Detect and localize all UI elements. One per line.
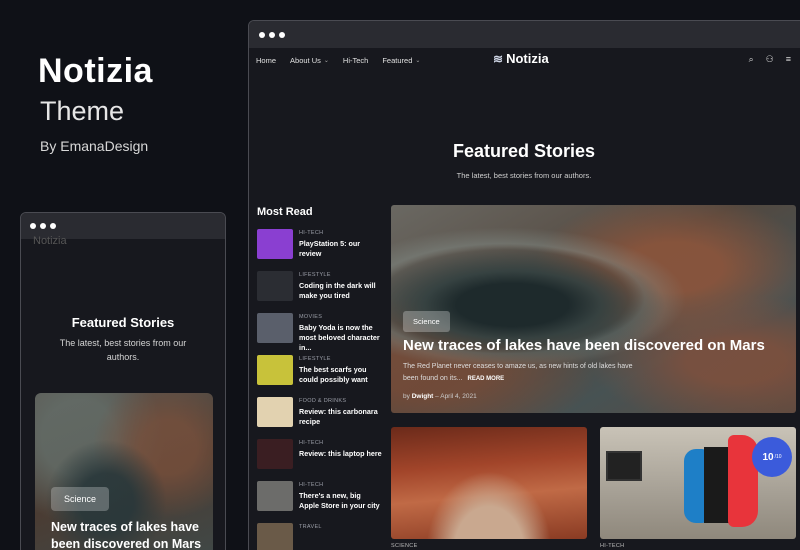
most-read-text: MOVIES Baby Yoda is now the most beloved … bbox=[299, 313, 382, 355]
article-title[interactable]: Baby Yoda is now the most beloved charac… bbox=[299, 323, 382, 353]
most-read-text: LIFESTYLE Coding in the dark will make yo… bbox=[299, 271, 382, 313]
featured-title: Featured Stories bbox=[452, 141, 596, 161]
most-read-item[interactable]: HI-TECH Review: this laptop here bbox=[257, 439, 382, 481]
joycon-blue-shape bbox=[684, 449, 706, 523]
card-category[interactable]: HI-TECH bbox=[600, 543, 624, 549]
most-read-heading: Most Read bbox=[257, 206, 313, 218]
window-dot-icon bbox=[269, 31, 275, 38]
user-icon[interactable]: ⚇ bbox=[766, 54, 774, 65]
most-read-item[interactable]: HI-TECH There's a new, big Apple Store in… bbox=[257, 481, 382, 523]
promo-title: Notizia bbox=[38, 52, 153, 90]
article-thumbnail[interactable] bbox=[257, 523, 293, 550]
window-chrome bbox=[249, 21, 800, 48]
chevron-down-icon: ⌄ bbox=[323, 57, 329, 64]
category-badge[interactable]: Science bbox=[51, 487, 110, 511]
nav-label: About Us bbox=[290, 55, 321, 65]
article-category[interactable]: HI-TECH bbox=[299, 482, 382, 488]
score-value: 10 bbox=[762, 451, 774, 463]
most-read-text: TRAVEL bbox=[299, 523, 322, 550]
category-badge[interactable]: Science bbox=[403, 311, 450, 332]
logo-text: Notizia bbox=[506, 51, 549, 66]
most-read-item[interactable]: FOOD & DRINKS Review: this carbonara reci… bbox=[257, 397, 382, 439]
most-read-text: HI-TECH Review: this laptop here bbox=[299, 439, 382, 481]
most-read-item[interactable]: MOVIES Baby Yoda is now the most beloved … bbox=[257, 313, 382, 355]
article-thumbnail[interactable] bbox=[257, 313, 293, 343]
site-logo[interactable]: ≋ Notizia bbox=[493, 51, 549, 66]
most-read-list: HI-TECH PlayStation 5: our review LIFESTYL… bbox=[257, 229, 382, 550]
article-title[interactable]: There's a new, big Apple Store in your c… bbox=[299, 491, 382, 511]
window-dot-icon bbox=[279, 31, 285, 38]
logo-mark-icon: ≋ bbox=[493, 51, 504, 66]
window-dot-icon bbox=[30, 223, 36, 229]
card-category[interactable]: SCIENCE bbox=[391, 543, 418, 549]
nav-item-featured[interactable]: Featured ⌄ bbox=[382, 56, 420, 65]
article-category[interactable]: MOVIES bbox=[299, 314, 382, 320]
hero-card[interactable]: Science New traces of lakes have been di… bbox=[391, 205, 796, 413]
featured-subtitle: The latest, best stories from our author… bbox=[456, 171, 592, 180]
article-category[interactable]: LIFESTYLE bbox=[299, 356, 382, 362]
top-nav: Home About Us ⌄ Hi-Tech Featured ⌄ ≋ Notiz… bbox=[249, 48, 800, 72]
article-title[interactable]: The best scarfs you could possibly want bbox=[299, 365, 382, 385]
author-link[interactable]: Dwight bbox=[412, 393, 434, 400]
nav-item-home[interactable]: Home bbox=[256, 56, 276, 65]
most-read-item[interactable]: HI-TECH PlayStation 5: our review bbox=[257, 229, 382, 271]
score-suffix: /10 bbox=[774, 454, 782, 460]
featured-subtitle: The latest, best stories from our author… bbox=[59, 338, 187, 362]
hero-excerpt: The Red Planet never ceases to amaze us,… bbox=[403, 361, 633, 385]
hero-headline[interactable]: New traces of lakes have been discovered… bbox=[403, 337, 765, 354]
most-read-text: HI-TECH PlayStation 5: our review bbox=[299, 229, 382, 271]
window-dot-icon bbox=[50, 223, 56, 229]
article-thumbnail[interactable] bbox=[257, 229, 293, 259]
most-read-text: HI-TECH There's a new, big Apple Store in… bbox=[299, 481, 382, 523]
featured-card[interactable]: Science New traces of lakes have been di… bbox=[35, 393, 213, 550]
search-icon[interactable]: ⌕ bbox=[749, 54, 754, 65]
article-title[interactable]: PlayStation 5: our review bbox=[299, 239, 382, 259]
featured-title: Featured Stories bbox=[71, 315, 175, 330]
article-card-science[interactable] bbox=[391, 427, 587, 539]
post-date: April 4, 2021 bbox=[440, 393, 477, 400]
article-category[interactable]: HI-TECH bbox=[299, 230, 382, 236]
article-thumbnail[interactable] bbox=[257, 397, 293, 427]
nav-item-about[interactable]: About Us ⌄ bbox=[290, 56, 329, 65]
article-category[interactable]: TRAVEL bbox=[299, 524, 322, 530]
review-score-badge: 10/10 bbox=[752, 437, 792, 477]
mobile-preview-window: Notizia Featured Stories The latest, bes… bbox=[20, 212, 226, 550]
most-read-item[interactable]: LIFESTYLE Coding in the dark will make yo… bbox=[257, 271, 382, 313]
article-thumbnail[interactable] bbox=[257, 355, 293, 385]
article-thumbnail[interactable] bbox=[257, 271, 293, 301]
excerpt-text: The Red Planet never ceases to amaze us,… bbox=[403, 363, 633, 382]
card-headline[interactable]: New traces of lakes have been discovered… bbox=[51, 519, 213, 550]
promo-byline: By EmanaDesign bbox=[40, 138, 149, 154]
chevron-down-icon: ⌄ bbox=[415, 57, 421, 64]
article-category[interactable]: FOOD & DRINKS bbox=[299, 398, 382, 404]
article-title[interactable]: Review: this carbonara recipe bbox=[299, 407, 382, 427]
desktop-preview-window: Home About Us ⌄ Hi-Tech Featured ⌄ ≋ Notiz… bbox=[248, 20, 800, 550]
most-read-item[interactable]: TRAVEL bbox=[257, 523, 382, 550]
nav-label: Home bbox=[256, 55, 277, 65]
article-thumbnail[interactable] bbox=[257, 439, 293, 469]
menu-icon[interactable]: ≡ bbox=[786, 54, 791, 65]
article-category[interactable]: LIFESTYLE bbox=[299, 272, 382, 278]
article-title[interactable]: Review: this laptop here bbox=[299, 449, 382, 459]
read-more-link[interactable]: READ MORE bbox=[468, 376, 505, 382]
nav-label: Hi-Tech bbox=[342, 55, 369, 65]
window-dot-icon bbox=[40, 223, 46, 229]
nav-icons: ⌕ ⚇ ≡ bbox=[749, 54, 791, 65]
most-read-text: LIFESTYLE The best scarfs you could possi… bbox=[299, 355, 382, 397]
hero-meta: by Dwight – April 4, 2021 bbox=[403, 393, 477, 400]
article-thumbnail[interactable] bbox=[257, 481, 293, 511]
window-dot-icon bbox=[259, 31, 265, 38]
article-category[interactable]: HI-TECH bbox=[299, 440, 382, 446]
nav-item-hitech[interactable]: Hi-Tech bbox=[343, 56, 368, 65]
mobile-logo[interactable]: Notizia bbox=[33, 235, 67, 247]
nav-label: Featured bbox=[382, 55, 413, 65]
tv-shape bbox=[606, 451, 642, 481]
promo-subtitle: Theme bbox=[40, 96, 125, 126]
article-card-hitech[interactable]: 10/10 bbox=[600, 427, 796, 539]
author-prefix: by bbox=[403, 393, 410, 400]
most-read-item[interactable]: LIFESTYLE The best scarfs you could possi… bbox=[257, 355, 382, 397]
most-read-text: FOOD & DRINKS Review: this carbonara reci… bbox=[299, 397, 382, 439]
article-title[interactable]: Coding in the dark will make you tired bbox=[299, 281, 382, 301]
